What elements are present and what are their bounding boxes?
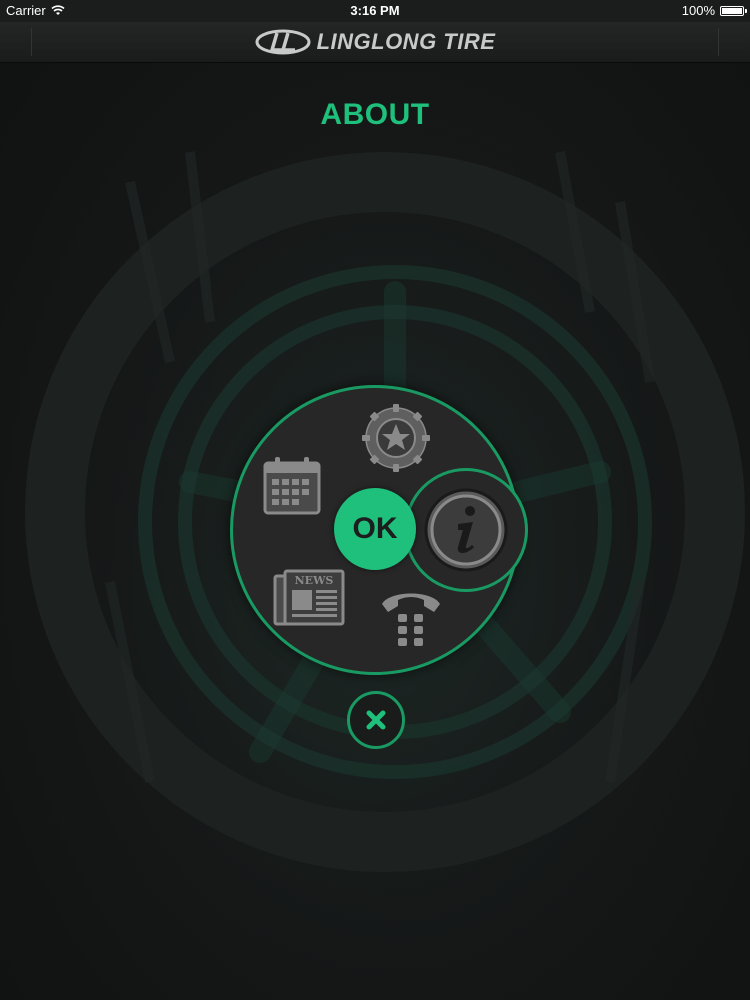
news-icon-text: NEWS — [295, 574, 334, 587]
news-icon: NEWS — [273, 569, 345, 626]
nav-bar: LINGLONG TIRE — [0, 22, 750, 63]
menu-item-tires[interactable] — [358, 400, 434, 476]
battery-group: 100% — [681, 3, 747, 18]
status-bar: Carrier 3:16 PM 100% — [0, 0, 750, 22]
info-icon — [424, 488, 508, 572]
close-button[interactable] — [347, 691, 405, 749]
ok-button[interactable]: OK — [334, 488, 416, 570]
app-screen: Carrier 3:16 PM 100% LINGLONG TIRE ABOUT — [0, 0, 750, 1000]
tire-icon — [362, 404, 430, 472]
menu-item-about[interactable] — [420, 484, 512, 576]
menu-item-news[interactable]: NEWS — [272, 568, 346, 628]
close-icon — [366, 710, 386, 730]
phone-icon — [382, 593, 440, 646]
linglong-ll-logo-icon — [255, 29, 311, 55]
brand-logo: LINGLONG TIRE — [0, 28, 750, 56]
status-time: 3:16 PM — [350, 3, 400, 18]
menu-item-contact[interactable] — [378, 582, 444, 648]
menu-item-calendar[interactable] — [260, 454, 324, 518]
page-title: ABOUT — [320, 98, 430, 131]
battery-percent: 100% — [681, 3, 715, 18]
calendar-icon — [263, 457, 321, 515]
battery-icon — [720, 5, 747, 16]
brand-name: LINGLONG TIRE — [316, 29, 496, 54]
